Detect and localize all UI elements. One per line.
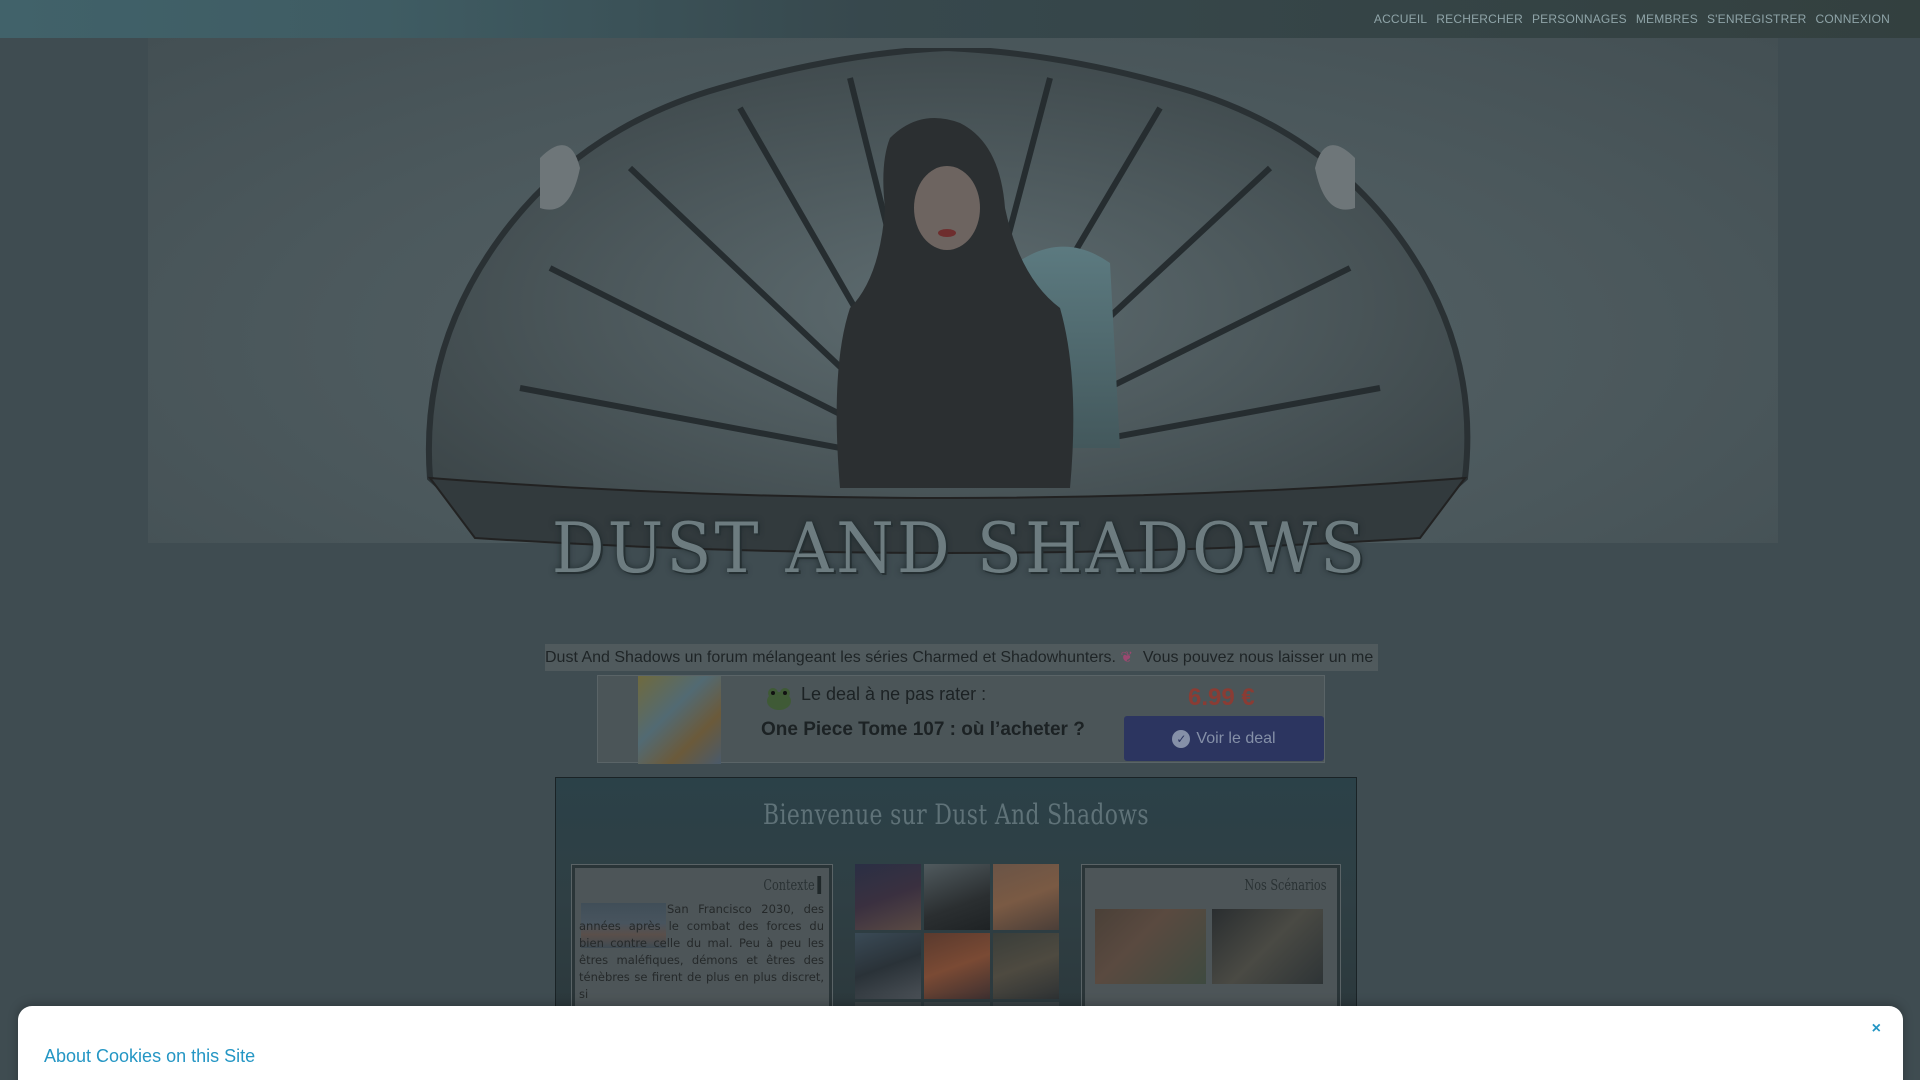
deal-label: Le deal à ne pas rater : [801,684,987,704]
view-deal-label: Voir le deal [1196,729,1276,747]
nav-connexion[interactable]: CONNEXION [1816,12,1890,26]
announcement-marquee: Dust And Shadows un forum mélangeant les… [545,644,1378,671]
nav-membres[interactable]: MEMBRES [1636,12,1698,26]
context-heading: Contexte [763,876,821,894]
scenario-image-1[interactable] [1095,909,1206,984]
deal-title[interactable]: One Piece Tome 107 : où l’acheter ? [761,719,1085,741]
nav-accueil[interactable]: ACCUEIL [1374,12,1427,26]
banner-logo: DUST AND SHADOWS [551,508,1369,589]
character-avatar[interactable] [855,933,921,999]
main-nav: ACCUEIL RECHERCHER PERSONNAGES MEMBRES S… [1374,12,1890,26]
context-text: San Francisco 2030, des années après le … [579,902,824,1001]
nav-personnages[interactable]: PERSONNAGES [1532,12,1627,26]
banner-art [425,48,1471,554]
nav-senregistrer[interactable]: S'ENREGISTRER [1707,12,1807,26]
view-deal-button[interactable]: ✓ Voir le deal [1124,716,1324,761]
character-avatar[interactable] [924,933,990,999]
cookie-title: About Cookies on this Site [44,1046,256,1066]
nav-rechercher[interactable]: RECHERCHER [1436,12,1523,26]
character-avatar[interactable] [993,864,1059,930]
welcome-title: Bienvenue sur Dust And Shadows [762,798,1149,831]
heart-icon: ❦ [1120,649,1134,666]
cookie-dialog: × About Cookies on this Site [18,1006,1903,1080]
deal-product-image[interactable] [638,676,721,764]
character-avatar[interactable] [855,864,921,930]
character-avatar[interactable] [993,933,1059,999]
deal-price: 6.99 € [1188,684,1255,711]
character-avatar[interactable] [924,864,990,930]
marquee-text-2: Vous pouvez nous laisser un me [1142,649,1374,666]
close-icon[interactable]: × [1872,1020,1881,1038]
check-circle-icon: ✓ [1172,729,1191,748]
frog-icon [767,688,791,710]
marquee-text-1: Dust And Shadows un forum mélangeant les… [545,649,1116,666]
deal-box: Le deal à ne pas rater : One Piece Tome … [597,675,1325,764]
top-nav-bar: ACCUEIL RECHERCHER PERSONNAGES MEMBRES S… [0,0,1920,38]
scenarios-heading: Nos Scénarios [1243,876,1326,894]
scenario-image-2[interactable] [1212,909,1323,984]
